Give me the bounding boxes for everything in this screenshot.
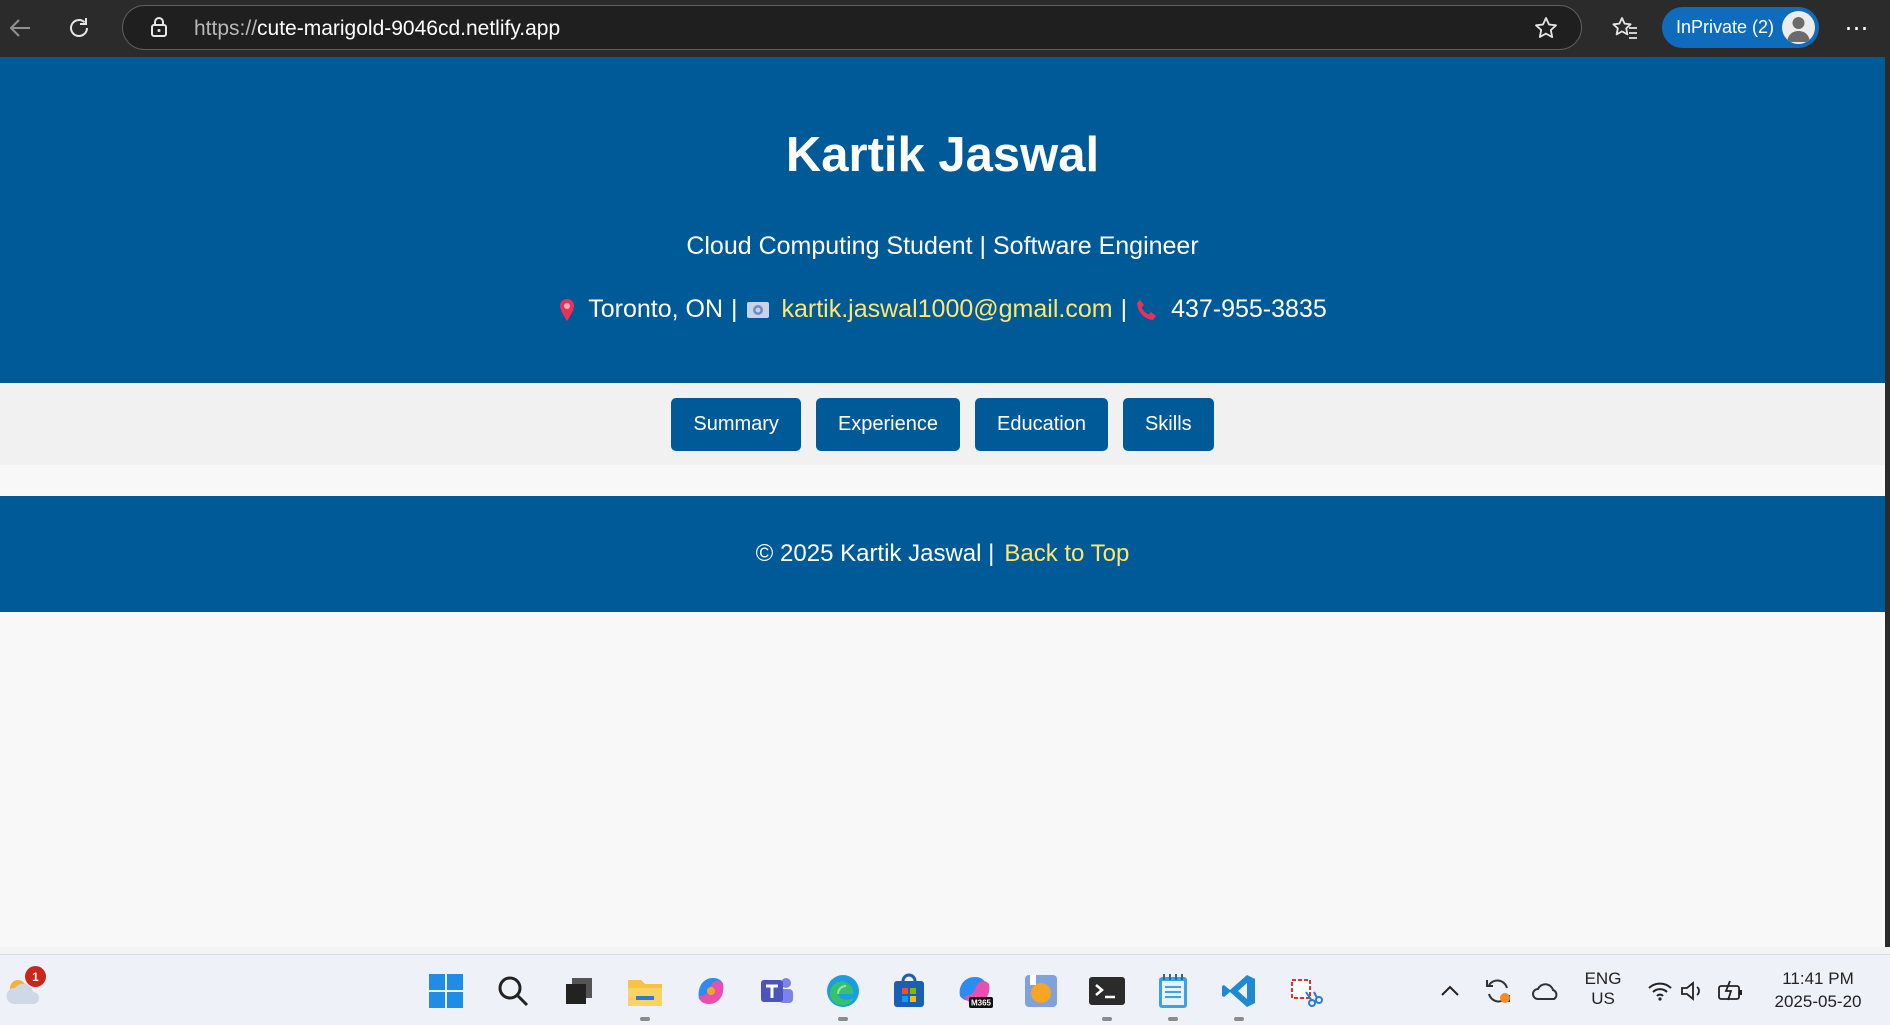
avatar — [1782, 11, 1815, 44]
page-title: Kartik Jaswal — [785, 128, 1100, 182]
onedrive-cloud-icon[interactable] — [1525, 970, 1567, 1012]
copyright-text: © 2025 Kartik Jaswal | — [755, 540, 995, 567]
reload-icon — [70, 18, 88, 37]
page-footer: © 2025 Kartik Jaswal | Back to Top — [0, 496, 1885, 612]
date-text: 2025-05-20 — [1774, 992, 1862, 1011]
app-icon[interactable] — [1020, 970, 1062, 1012]
notification-badge: 1 — [25, 966, 46, 987]
volume-icon[interactable] — [1671, 970, 1713, 1012]
reload-button[interactable] — [59, 8, 99, 48]
add-favorite-star-icon[interactable] — [1532, 14, 1560, 42]
language-indicator[interactable]: ENG US — [1574, 969, 1632, 1009]
chevron-up-icon[interactable] — [1429, 970, 1471, 1012]
taskbar: 1 M365 ENG US 11:41 PM 2025-05-20 — [0, 954, 1890, 1025]
resume-header: Kartik Jaswal Cloud Computing Student | … — [0, 57, 1885, 383]
arrow-left-icon — [9, 19, 30, 37]
email-link[interactable]: kartik.jaswal1000@gmail.com — [782, 295, 1113, 324]
window-edge — [1885, 57, 1890, 947]
location-pin-icon — [558, 298, 576, 322]
separator: | — [1120, 295, 1128, 323]
favorites-icon — [1612, 17, 1637, 39]
phone-icon — [1135, 298, 1159, 322]
start-icon[interactable] — [425, 970, 467, 1012]
clock[interactable]: 11:41 PM 2025-05-20 — [1758, 967, 1878, 1013]
more-icon: ⋯ — [1844, 14, 1870, 42]
email-card-icon — [746, 301, 770, 319]
svg-text:M365: M365 — [971, 999, 992, 1008]
running-indicator — [1102, 1017, 1112, 1021]
nav-skills-button[interactable]: Skills — [1122, 397, 1214, 451]
back-to-top-link[interactable]: Back to Top — [1004, 540, 1129, 568]
task-view-icon[interactable] — [558, 970, 600, 1012]
file-explorer-icon[interactable] — [624, 970, 666, 1021]
inprivate-profile-button[interactable]: InPrivate (2) — [1662, 7, 1819, 48]
inprivate-label: InPrivate (2) — [1676, 17, 1775, 37]
language-label: ENG — [1584, 969, 1622, 988]
m365-icon[interactable]: M365 — [954, 970, 996, 1012]
running-indicator — [1234, 1017, 1244, 1021]
weather-icon[interactable]: 1 — [2, 966, 46, 1012]
edge-icon[interactable] — [822, 970, 864, 1021]
search-icon[interactable] — [492, 970, 534, 1012]
region-label: US — [1591, 989, 1615, 1008]
snipping-tool-icon[interactable] — [1284, 970, 1326, 1012]
running-indicator — [838, 1017, 848, 1021]
back-button[interactable] — [0, 8, 40, 48]
nav-experience-button[interactable]: Experience — [815, 397, 960, 451]
address-bar[interactable]: https://cute-marigold-9046cd.netlify.app — [122, 5, 1582, 50]
section-nav: Summary Experience Education Skills — [0, 383, 1885, 465]
separator: | — [731, 295, 738, 323]
terminal-icon[interactable] — [1086, 970, 1128, 1021]
browser-toolbar: https://cute-marigold-9046cd.netlify.app… — [0, 0, 1890, 57]
nav-education-button[interactable]: Education — [975, 397, 1108, 451]
running-indicator — [640, 1017, 650, 1021]
teams-icon[interactable] — [756, 970, 798, 1012]
favorites-button[interactable] — [1608, 11, 1642, 45]
url-host: cute-marigold-9046cd.netlify.app — [257, 17, 561, 40]
running-indicator — [1168, 1017, 1178, 1021]
sync-icon[interactable] — [1477, 970, 1519, 1012]
battery-icon[interactable] — [1709, 970, 1751, 1012]
nav-summary-button[interactable]: Summary — [671, 397, 801, 451]
location-text: Toronto, ON — [588, 295, 723, 323]
copilot-icon[interactable] — [690, 970, 732, 1012]
vscode-icon[interactable] — [1218, 970, 1260, 1021]
store-icon[interactable] — [888, 970, 930, 1012]
more-options-button[interactable]: ⋯ — [1840, 11, 1874, 45]
phone-text: 437-955-3835 — [1171, 295, 1327, 323]
lock-icon[interactable] — [147, 15, 171, 39]
notepad-icon[interactable] — [1152, 970, 1194, 1021]
subtitle: Cloud Computing Student | Software Engin… — [686, 232, 1199, 260]
url-protocol: https:// — [194, 17, 258, 40]
contact-line: Toronto, ON | kartik.jaswal1000@gmail.co… — [0, 295, 1885, 324]
url-text[interactable]: https://cute-marigold-9046cd.netlify.app — [194, 17, 560, 41]
time-text: 11:41 PM — [1782, 969, 1854, 988]
web-page: Kartik Jaswal Cloud Computing Student | … — [0, 57, 1885, 947]
